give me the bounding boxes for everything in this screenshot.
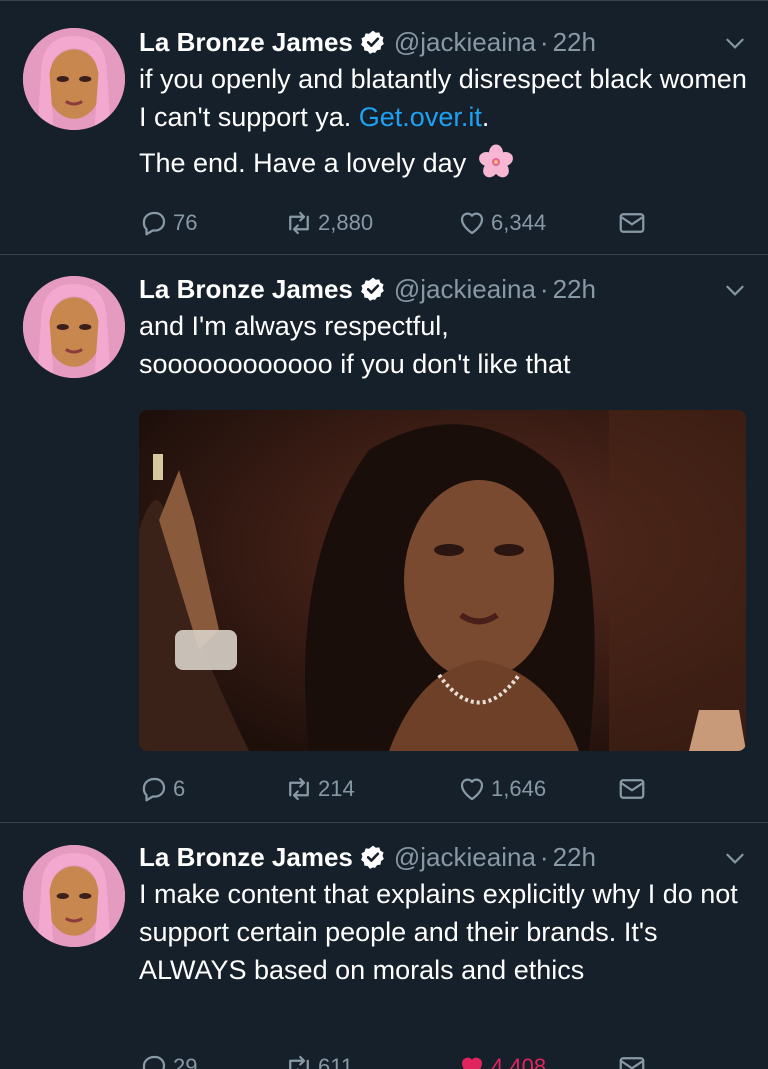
separator-dot: · — [539, 841, 549, 872]
retweet-icon — [289, 777, 309, 801]
like-count: 6,344 — [491, 210, 547, 235]
author-handle[interactable]: @jackieaina — [394, 842, 536, 873]
tweet[interactable]: La Bronze James @jackieaina · 22h and I'… — [0, 255, 768, 823]
media-photo — [139, 410, 746, 751]
avatar-image — [23, 28, 125, 130]
tweet-timestamp[interactable]: 22h — [553, 842, 596, 873]
avatar[interactable] — [23, 28, 125, 130]
cherry-blossom-icon — [478, 144, 513, 178]
reply-button[interactable]: 6 — [139, 771, 185, 807]
envelope-icon — [619, 779, 645, 799]
like-button[interactable]: 1,646 — [457, 771, 546, 807]
tweet-header: La Bronze James @jackieaina · 22h — [139, 841, 748, 873]
direct-message-button[interactable] — [617, 205, 651, 241]
separator-dot: · — [539, 273, 549, 304]
timeline: La Bronze James @jackieaina · 22h if you… — [0, 0, 768, 1069]
separator-dot: · — [539, 26, 549, 57]
tweet[interactable]: La Bronze James @jackieaina · 22h if you… — [0, 0, 768, 255]
like-count: 1,646 — [491, 776, 547, 801]
heart-icon — [460, 778, 484, 801]
reply-count: 76 — [173, 210, 198, 235]
chevron-down-icon[interactable] — [722, 277, 748, 303]
tweet-media-image[interactable] — [139, 410, 746, 751]
tweet-timestamp[interactable]: 22h — [553, 274, 596, 305]
tweet-text-part: . — [481, 102, 490, 132]
tweet-text-part: The end. Have a lovely day — [139, 148, 474, 178]
retweet-count: 2,880 — [318, 210, 374, 235]
chevron-down-icon[interactable] — [722, 30, 748, 56]
tweet-header: La Bronze James @jackieaina · 22h — [139, 26, 748, 58]
like-count: 4,408 — [491, 1054, 547, 1069]
retweet-button[interactable]: 2,880 — [284, 205, 373, 241]
verified-badge-icon — [360, 277, 384, 301]
author-name[interactable]: La Bronze James — [139, 27, 353, 58]
heart-filled-icon — [462, 1057, 482, 1069]
tweet-text-line: The end. Have a lovely day — [139, 144, 748, 182]
reply-count: 29 — [173, 1054, 198, 1069]
tweet[interactable]: La Bronze James @jackieaina · 22h I make… — [0, 823, 768, 1069]
envelope-icon — [619, 1057, 645, 1069]
retweet-count: 611 — [318, 1054, 354, 1069]
reply-button[interactable]: 76 — [139, 205, 197, 241]
tweet-link[interactable]: Get.over.it — [359, 102, 482, 132]
reply-count: 6 — [173, 776, 186, 801]
envelope-icon — [619, 213, 645, 233]
like-button[interactable]: 4,408 — [457, 1049, 546, 1069]
like-button[interactable]: 6,344 — [457, 205, 546, 241]
tweet-text-line: soooooooooooo if you don't like that — [139, 349, 571, 379]
tweet-actions: 76 2,880 6,344 — [139, 205, 659, 241]
tweet-text: if you openly and blatantly disrespect b… — [139, 60, 748, 136]
chevron-down-icon[interactable] — [722, 845, 748, 871]
reply-button[interactable]: 29 — [139, 1049, 197, 1069]
avatar-image — [23, 845, 125, 947]
verified-badge-icon — [360, 30, 384, 54]
heart-icon — [460, 212, 484, 235]
verified-badge-icon — [360, 845, 384, 869]
tweet-text: and I'm always respectful, soooooooooooo … — [139, 307, 748, 383]
author-name[interactable]: La Bronze James — [139, 842, 353, 873]
avatar[interactable] — [23, 845, 125, 947]
retweet-button[interactable]: 611 — [284, 1049, 353, 1069]
tweet-body: La Bronze James @jackieaina · 22h and I'… — [139, 273, 748, 383]
retweet-count: 214 — [318, 776, 355, 801]
reply-icon — [142, 1055, 166, 1069]
avatar-image — [23, 276, 125, 378]
tweet-text: I make content that explains explicitly … — [139, 879, 746, 985]
tweet-body: La Bronze James @jackieaina · 22h if you… — [139, 26, 748, 182]
retweet-icon — [289, 211, 309, 235]
retweet-button[interactable]: 214 — [284, 771, 355, 807]
author-handle[interactable]: @jackieaina — [394, 27, 536, 58]
direct-message-button[interactable] — [617, 771, 651, 807]
author-handle[interactable]: @jackieaina — [394, 274, 536, 305]
tweet-actions: 29 611 4,408 — [139, 1049, 659, 1069]
direct-message-button[interactable] — [617, 1049, 651, 1069]
tweet-header: La Bronze James @jackieaina · 22h — [139, 273, 748, 305]
tweet-timestamp[interactable]: 22h — [553, 27, 596, 58]
tweet-text-line: and I'm always respectful, — [139, 311, 449, 341]
tweet-actions: 6 214 1,646 — [139, 771, 659, 807]
retweet-icon — [289, 1055, 309, 1069]
reply-icon — [142, 211, 166, 236]
author-name[interactable]: La Bronze James — [139, 274, 353, 305]
tweet-body: La Bronze James @jackieaina · 22h I make… — [139, 841, 748, 989]
reply-icon — [142, 777, 166, 802]
avatar[interactable] — [23, 276, 125, 378]
